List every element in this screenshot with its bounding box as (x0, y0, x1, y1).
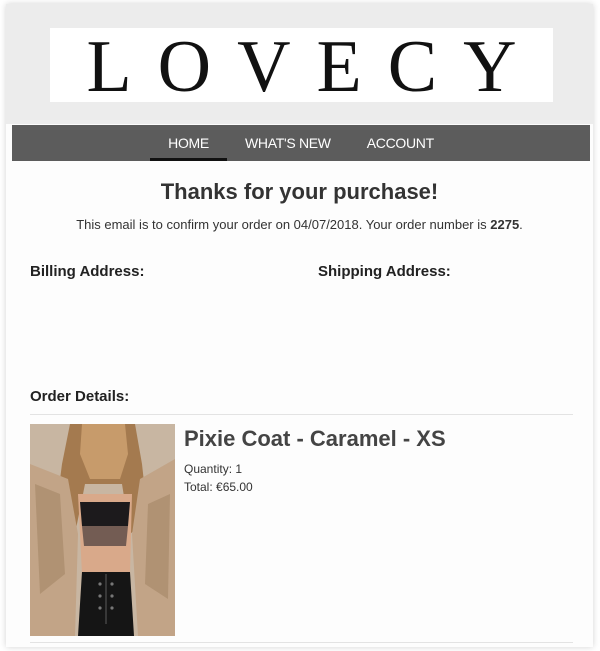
shipping-address-label: Shipping Address: (318, 263, 451, 280)
order-number: 2275 (490, 217, 520, 232)
confirmation-text: This email is to confirm your order on 0… (6, 217, 593, 232)
product-photo-illustration (30, 424, 175, 636)
brand-logo: LOVECY (86, 26, 543, 108)
divider (30, 642, 573, 643)
product-image[interactable] (30, 424, 175, 636)
nav-item-home[interactable]: HOME (150, 125, 227, 161)
product-name[interactable]: Pixie Coat - Caramel - XS (184, 426, 446, 452)
billing-address-label: Billing Address: (30, 263, 145, 280)
email-frame: LOVECY HOME WHAT'S NEW ACCOUNT Thanks fo… (6, 4, 593, 647)
confirmation-prefix: This email is to confirm your order on 0… (76, 217, 491, 232)
nav-item-label: WHAT'S NEW (244, 135, 331, 151)
nav-item-label: HOME (168, 135, 209, 151)
nav-item-account[interactable]: ACCOUNT (349, 125, 452, 161)
divider (30, 414, 573, 415)
product-total: Total: €65.00 (184, 480, 253, 494)
order-details-label: Order Details: (30, 388, 130, 405)
main-nav: HOME WHAT'S NEW ACCOUNT (12, 125, 590, 161)
nav-item-label: ACCOUNT (366, 135, 434, 151)
confirmation-suffix: . (519, 217, 523, 232)
email-header: LOVECY (6, 4, 593, 124)
nav-item-whats-new[interactable]: WHAT'S NEW (227, 125, 349, 161)
logo-banner[interactable]: LOVECY (50, 26, 553, 108)
product-quantity: Quantity: 1 (184, 462, 243, 476)
thanks-heading: Thanks for your purchase! (160, 179, 439, 204)
